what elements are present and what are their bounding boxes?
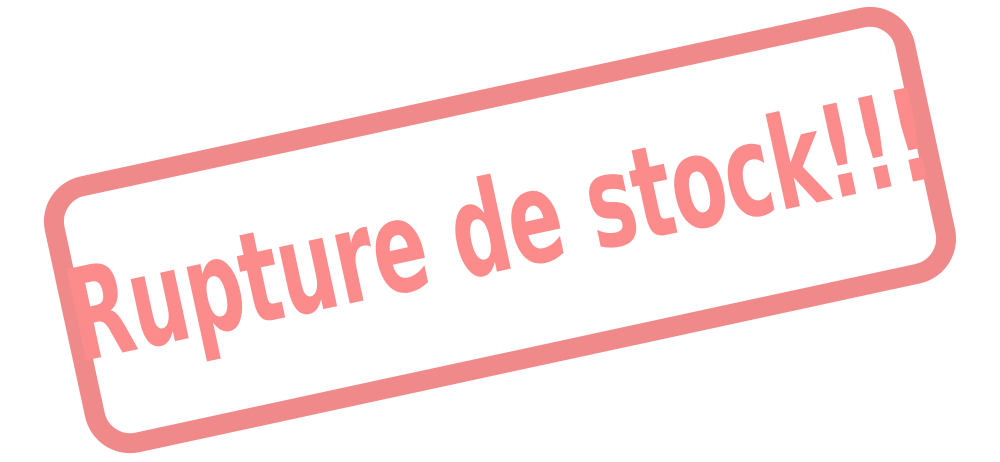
stamp-text: Rupture de stock!!! [54, 60, 945, 393]
out-of-stock-stamp: Rupture de stock!!! [35, 0, 965, 462]
